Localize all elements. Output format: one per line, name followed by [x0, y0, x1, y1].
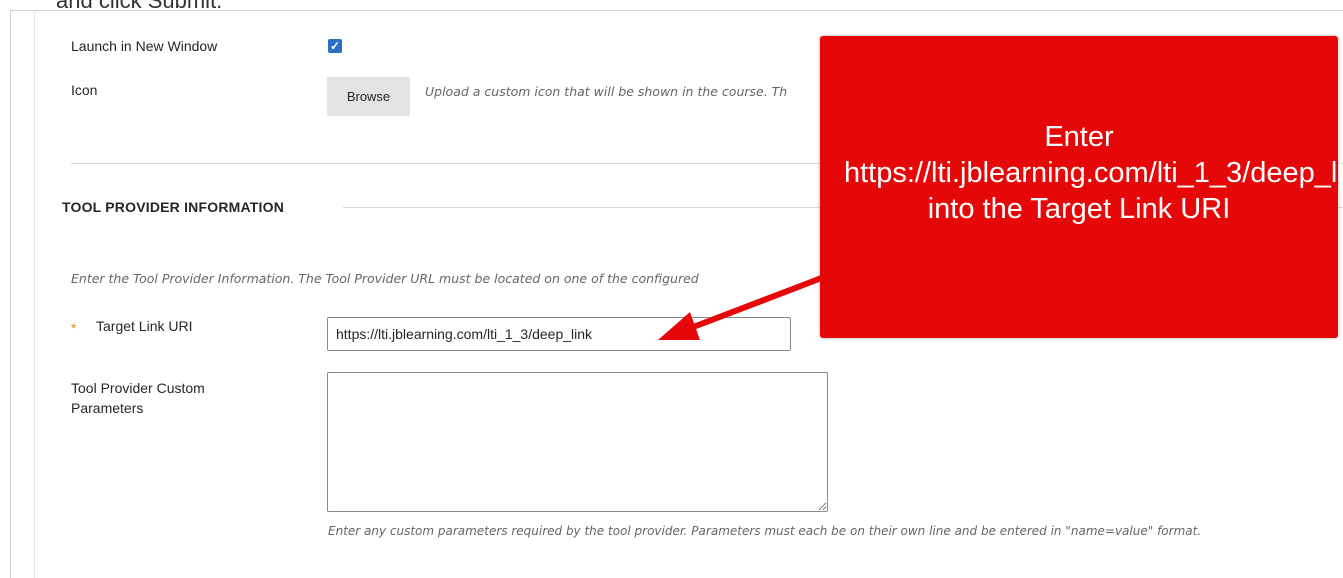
- custom-parameters-hint: Enter any custom parameters required by …: [328, 524, 1202, 538]
- launch-new-window-checkbox[interactable]: ✓: [328, 39, 342, 53]
- browse-button[interactable]: Browse: [327, 77, 410, 116]
- checkmark-icon: ✓: [329, 39, 341, 53]
- custom-parameters-label-line2: Parameters: [71, 400, 144, 416]
- required-marker: *: [71, 320, 77, 336]
- annotation-callout: Enter https://lti.jblearning.com/lti_1_3…: [820, 36, 1343, 338]
- launch-new-window-label: Launch in New Window: [71, 38, 218, 54]
- target-link-uri-label: Target Link URI: [96, 318, 193, 334]
- custom-parameters-label: Tool Provider Custom Parameters: [71, 378, 205, 418]
- section-title: TOOL PROVIDER INFORMATION: [62, 199, 285, 215]
- icon-label: Icon: [71, 82, 98, 98]
- panel-inner-border: [34, 10, 35, 578]
- icon-hint: Upload a custom icon that will be shown …: [425, 84, 788, 99]
- section-intro: Enter the Tool Provider Information. The…: [71, 271, 699, 286]
- custom-parameters-textarea[interactable]: [327, 372, 828, 512]
- annotation-callout-text: Enter https://lti.jblearning.com/lti_1_3…: [844, 121, 1343, 225]
- target-link-uri-input[interactable]: [327, 317, 791, 351]
- custom-parameters-label-line1: Tool Provider Custom: [71, 380, 205, 396]
